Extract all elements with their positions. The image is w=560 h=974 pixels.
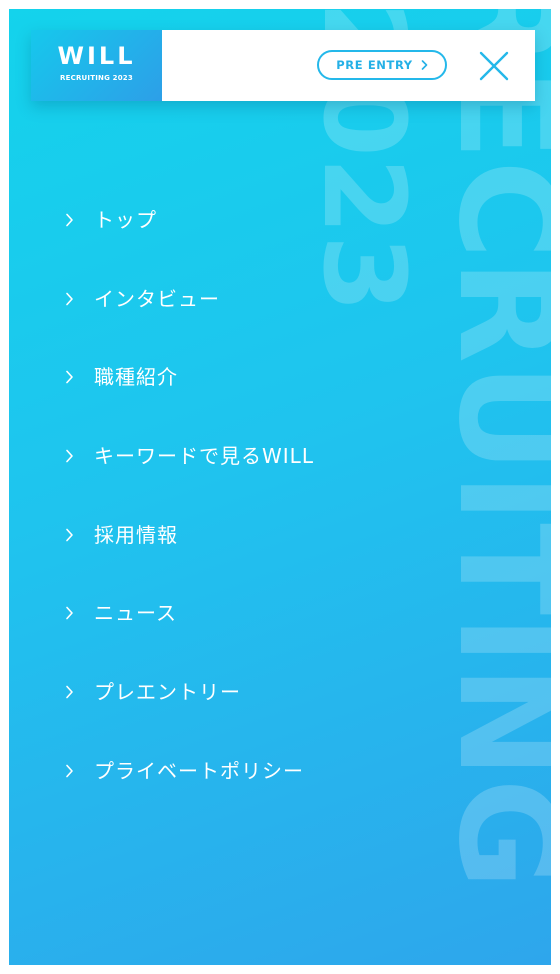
menu-item-jobs[interactable]: 職種紹介 (65, 362, 314, 392)
menu-item-label: プライベートポリシー (94, 758, 304, 783)
chevron-right-icon (66, 528, 73, 542)
close-button[interactable] (478, 50, 510, 82)
menu-item-label: プレエントリー (94, 680, 241, 705)
menu-item-label: キーワードで見るWILL (94, 444, 314, 469)
menu-item-interview[interactable]: インタビュー (65, 284, 314, 314)
menu-item-label: トップ (94, 208, 157, 232)
pre-entry-label: PRE ENTRY (336, 58, 413, 72)
close-icon (479, 51, 509, 81)
chevron-right-icon (66, 685, 73, 699)
chevron-right-icon (66, 371, 73, 384)
pre-entry-button[interactable]: PRE ENTRY (317, 50, 447, 80)
menu-item-recruitment[interactable]: 採用情報 (65, 520, 314, 550)
chevron-right-icon (421, 60, 428, 70)
chevron-right-icon (66, 607, 73, 620)
menu-item-pre-entry[interactable]: プレエントリー (65, 677, 314, 707)
menu-item-label: 職種紹介 (94, 365, 178, 390)
background-recruiting-text: RECRUITING (429, 9, 551, 890)
chevron-right-icon (66, 449, 73, 463)
logo[interactable]: WILL RECRUITING 2023 (31, 30, 162, 101)
menu-item-top[interactable]: トップ (65, 205, 314, 235)
menu-overlay: RECRUITING 2023 WILL RECRUITING 2023 PRE… (9, 9, 551, 965)
menu-item-keywords[interactable]: キーワードで見るWILL (65, 441, 314, 471)
menu-item-news[interactable]: ニュース (65, 598, 314, 628)
header-bar: WILL RECRUITING 2023 PRE ENTRY (31, 30, 535, 101)
menu-item-label: インタビュー (94, 286, 220, 311)
menu-item-label: ニュース (94, 601, 177, 626)
chevron-right-icon (66, 764, 73, 778)
menu-item-label: 採用情報 (94, 522, 178, 547)
menu-item-privacy-policy[interactable]: プライベートポリシー (65, 756, 314, 786)
nav-menu: トップ インタビュー 職種紹介 キーワードで見るWILL 採用情報 ニュース プ… (65, 205, 314, 835)
logo-subtitle: RECRUITING 2023 (60, 74, 133, 82)
chevron-right-icon (66, 213, 73, 227)
logo-title: WILL (57, 42, 136, 70)
chevron-right-icon (66, 292, 73, 305)
